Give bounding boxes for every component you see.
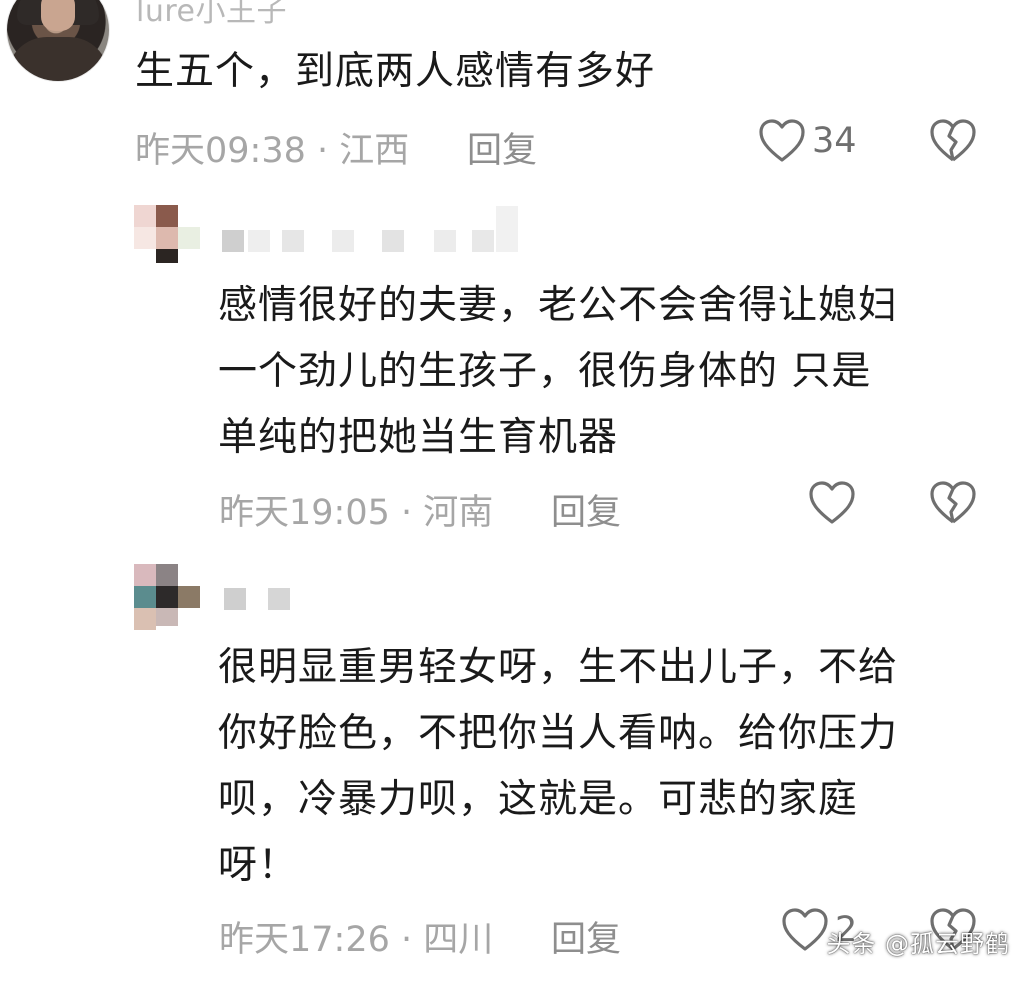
comment-location: 四川 — [423, 920, 494, 960]
comment-time: 昨天17:26 — [219, 920, 390, 960]
comment-text: 很明显重男轻女呀，生不出儿子，不给 你好脸色，不把你当人看呐。给你压力 呗，冷暴… — [218, 645, 899, 888]
reply-button[interactable]: 回复 — [551, 911, 621, 962]
avatar[interactable] — [134, 564, 206, 630]
heart-outline-icon — [782, 908, 828, 951]
comment-item: 很明显重男轻女呀，生不出儿子，不给 你好脸色，不把你当人看呐。给你压力 呗，冷暴… — [0, 0, 1032, 981]
comment-username[interactable] — [224, 588, 304, 612]
watermark: 头条 @孤云野鹤 — [826, 930, 1010, 958]
comment-meta: 昨天17:26 · 四川 — [219, 911, 493, 962]
meta-separator: · — [401, 920, 413, 960]
